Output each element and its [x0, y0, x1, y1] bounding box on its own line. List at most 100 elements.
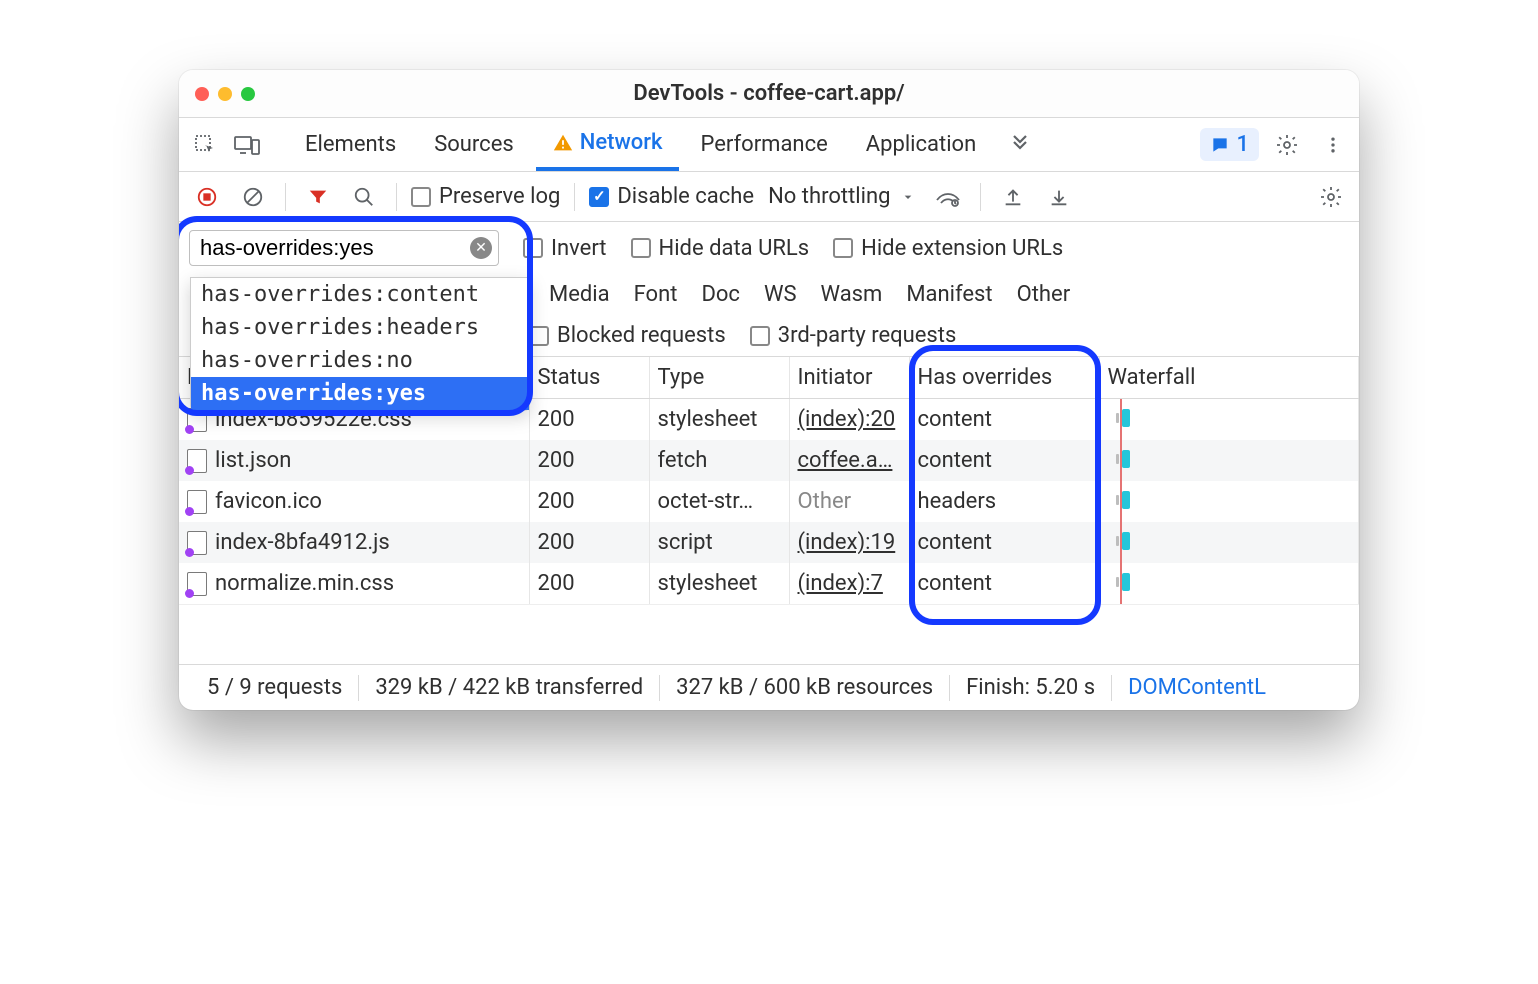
filter-toggle-icon[interactable] [300, 179, 336, 215]
filter-type-wasm[interactable]: Wasm [821, 282, 883, 307]
record-button[interactable] [189, 179, 225, 215]
upload-har-icon[interactable] [995, 179, 1031, 215]
kebab-menu-icon[interactable] [1315, 127, 1351, 163]
tab-sources[interactable]: Sources [418, 118, 530, 171]
request-status: 200 [529, 399, 649, 441]
col-type[interactable]: Type [649, 357, 789, 399]
comment-icon [1210, 135, 1230, 155]
third-party-checkbox[interactable]: 3rd-party requests [750, 323, 957, 348]
tab-network[interactable]: Network [536, 118, 679, 171]
status-requests: 5 / 9 requests [191, 675, 358, 700]
filter-type-other[interactable]: Other [1017, 282, 1071, 307]
file-override-icon [187, 408, 207, 432]
request-name: normalize.min.css [215, 571, 394, 596]
autocomplete-item[interactable]: has-overrides:content [191, 278, 529, 311]
download-har-icon[interactable] [1041, 179, 1077, 215]
checkbox-checked-icon [589, 187, 609, 207]
request-status: 200 [529, 481, 649, 522]
maximize-window-button[interactable] [241, 87, 255, 101]
window-title: DevTools - coffee-cart.app/ [179, 81, 1359, 106]
file-override-icon [187, 531, 207, 555]
request-has-overrides: content [909, 563, 1099, 604]
request-initiator[interactable]: (index):7 [789, 563, 909, 604]
panel-settings-icon[interactable] [1313, 179, 1349, 215]
blocked-requests-checkbox[interactable]: Blocked requests [529, 323, 726, 348]
autocomplete-item[interactable]: has-overrides:yes [191, 377, 529, 410]
invert-checkbox[interactable]: Invert [523, 236, 607, 261]
request-status: 200 [529, 563, 649, 604]
settings-icon[interactable] [1269, 127, 1305, 163]
request-waterfall [1099, 522, 1359, 563]
request-waterfall [1099, 440, 1359, 481]
request-type: script [649, 522, 789, 563]
request-status: 200 [529, 440, 649, 481]
search-icon[interactable] [346, 179, 382, 215]
tab-elements[interactable]: Elements [289, 118, 412, 171]
col-status[interactable]: Status [529, 357, 649, 399]
request-name: list.json [215, 448, 291, 473]
clear-button[interactable] [235, 179, 271, 215]
more-tabs-button[interactable] [1002, 127, 1038, 163]
request-name: favicon.ico [215, 489, 322, 514]
inspect-element-icon[interactable] [187, 127, 223, 163]
table-row[interactable]: normalize.min.css 200stylesheet(index):7c… [179, 563, 1359, 604]
request-has-overrides: headers [909, 481, 1099, 522]
request-has-overrides: content [909, 399, 1099, 441]
network-conditions-icon[interactable] [930, 179, 966, 215]
table-row[interactable]: index-8bfa4912.js 200script(index):19cont… [179, 522, 1359, 563]
checkbox-icon [411, 187, 431, 207]
device-toolbar-icon[interactable] [229, 127, 265, 163]
request-has-overrides: content [909, 522, 1099, 563]
status-finish: Finish: 5.20 s [950, 675, 1111, 700]
autocomplete-item[interactable]: has-overrides:headers [191, 311, 529, 344]
filter-type-font[interactable]: Font [634, 282, 678, 307]
request-initiator[interactable]: (index):20 [789, 399, 909, 441]
request-has-overrides: content [909, 440, 1099, 481]
table-row[interactable]: list.json200fetchcoffee.a…content [179, 440, 1359, 481]
filter-type-doc[interactable]: Doc [701, 282, 740, 307]
warning-icon [552, 132, 574, 154]
autocomplete-item[interactable]: has-overrides:no [191, 344, 529, 377]
file-override-icon [187, 572, 207, 596]
col-initiator[interactable]: Initiator [789, 357, 909, 399]
filter-autocomplete: has-overrides:contenthas-overrides:heade… [190, 277, 530, 411]
main-tabs: Elements Sources Network Performance App… [179, 118, 1359, 172]
request-type: stylesheet [649, 563, 789, 604]
filter-type-media[interactable]: Media [549, 282, 610, 307]
request-waterfall [1099, 399, 1359, 441]
request-status: 200 [529, 522, 649, 563]
clear-filter-icon[interactable]: ✕ [470, 237, 492, 259]
status-resources: 327 kB / 600 kB resources [660, 675, 949, 700]
network-toolbar: Preserve log Disable cache No throttling [179, 172, 1359, 222]
devtools-window: DevTools - coffee-cart.app/ Elements Sou… [179, 70, 1359, 710]
table-row[interactable]: favicon.ico200octet-str…Otherheaders [179, 481, 1359, 522]
throttling-select[interactable]: No throttling [764, 184, 920, 209]
minimize-window-button[interactable] [218, 87, 232, 101]
preserve-log-checkbox[interactable]: Preserve log [411, 184, 560, 209]
filter-type-manifest[interactable]: Manifest [906, 282, 992, 307]
col-waterfall[interactable]: Waterfall [1099, 357, 1359, 399]
titlebar: DevTools - coffee-cart.app/ [179, 70, 1359, 118]
chevron-down-icon [900, 189, 916, 205]
disable-cache-checkbox[interactable]: Disable cache [589, 184, 754, 209]
hide-extension-urls-checkbox[interactable]: Hide extension URLs [833, 236, 1063, 261]
request-initiator[interactable]: (index):19 [789, 522, 909, 563]
tab-performance[interactable]: Performance [685, 118, 844, 171]
filter-type-ws[interactable]: WS [764, 282, 797, 307]
status-transferred: 329 kB / 422 kB transferred [359, 675, 659, 700]
request-name: index-8bfa4912.js [215, 530, 390, 555]
filter-area: ✕ has-overrides:contenthas-overrides:hea… [179, 222, 1359, 357]
file-override-icon [187, 449, 207, 473]
close-window-button[interactable] [195, 87, 209, 101]
issues-button[interactable]: 1 [1200, 128, 1259, 161]
request-initiator[interactable]: coffee.a… [789, 440, 909, 481]
request-waterfall [1099, 563, 1359, 604]
hide-data-urls-checkbox[interactable]: Hide data URLs [631, 236, 810, 261]
col-has-overrides[interactable]: Has overrides [909, 357, 1099, 399]
filter-input-wrap: ✕ has-overrides:contenthas-overrides:hea… [189, 230, 499, 266]
filter-input[interactable] [200, 235, 464, 261]
status-bar: 5 / 9 requests 329 kB / 422 kB transferr… [179, 664, 1359, 710]
request-waterfall [1099, 481, 1359, 522]
request-type: octet-str… [649, 481, 789, 522]
tab-application[interactable]: Application [850, 118, 992, 171]
